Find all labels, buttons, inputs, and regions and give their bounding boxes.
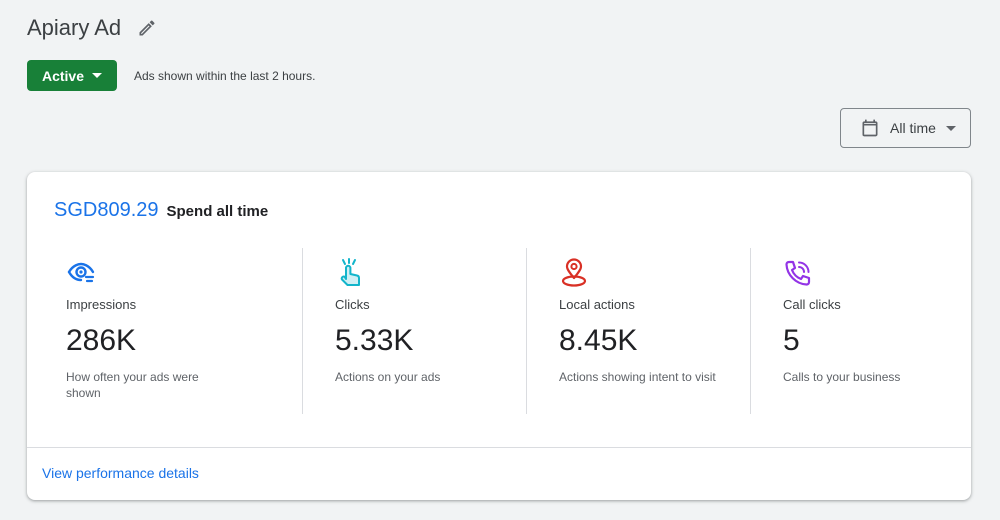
spend-label: Spend all time (166, 203, 269, 220)
status-label: Active (41, 67, 85, 84)
status-note: Ads shown within the last 2 hours. (134, 68, 316, 83)
edit-title-button[interactable] (135, 16, 159, 40)
metric-local-actions: Local actions 8.45K Actions showing inte… (526, 248, 750, 414)
metric-value: 286K (66, 324, 137, 357)
caret-down-icon (945, 125, 956, 131)
page-title: Apiary Ad (27, 15, 122, 40)
metric-name: Call clicks (783, 297, 841, 312)
status-row: Active Ads shown within the last 2 hours… (27, 60, 315, 91)
location-pin-icon (561, 258, 587, 287)
eye-icon (67, 262, 95, 283)
metric-description: Calls to your business (783, 370, 901, 384)
calendar-icon (862, 119, 878, 137)
metric-description: How often your ads were shown (66, 370, 199, 400)
caret-down-icon (92, 73, 103, 78)
spend-amount: SGD809.29 (54, 199, 159, 221)
metric-name: Impressions (66, 297, 137, 312)
metric-impressions: Impressions 286K How often your ads were… (54, 248, 302, 414)
metric-description: Actions on your ads (335, 370, 441, 384)
metric-call-clicks: Call clicks 5 Calls to your business (750, 248, 974, 414)
metric-name: Clicks (335, 297, 370, 312)
status-dropdown-button[interactable]: Active (27, 60, 117, 91)
date-range-button[interactable]: All time (840, 108, 971, 148)
metric-value: 5 (783, 324, 800, 357)
metric-name: Local actions (559, 297, 635, 312)
spend-summary: SGD809.29 Spend all time (54, 199, 268, 222)
metric-description: Actions showing intent to visit (559, 370, 716, 384)
tap-icon (340, 258, 360, 286)
metrics-row: Impressions 286K How often your ads were… (54, 248, 974, 414)
metric-value: 8.45K (559, 324, 638, 357)
phone-call-icon (785, 260, 811, 286)
metric-value: 5.33K (335, 324, 414, 357)
title-row: Apiary Ad (27, 14, 159, 42)
metric-clicks: Clicks 5.33K Actions on your ads (302, 248, 526, 414)
card-divider (27, 447, 971, 448)
performance-card: SGD809.29 Spend all time Impressions 286… (27, 172, 971, 500)
pencil-icon (139, 20, 155, 36)
date-range-label: All time (890, 120, 936, 136)
view-performance-details-link[interactable]: View performance details (42, 465, 199, 481)
